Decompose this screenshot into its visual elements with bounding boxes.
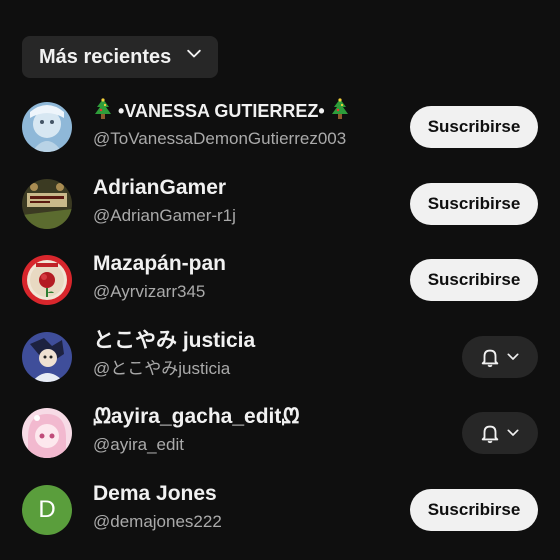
subscribe-button[interactable]: Suscribirse: [410, 488, 538, 531]
bell-icon: [479, 346, 501, 368]
notification-settings-button[interactable]: [462, 412, 538, 454]
channel-name: ᘻayira_gacha_editᘻ: [93, 405, 300, 428]
sort-dropdown[interactable]: Más recientes: [22, 36, 218, 78]
subscribe-button[interactable]: Suscribirse: [410, 106, 538, 148]
channel-row[interactable]: D Dema Jones @demajones222 Suscribirse: [0, 481, 560, 558]
avatar[interactable]: [22, 255, 72, 305]
channel-row[interactable]: とこやみ justicia @とこやみjusticia: [0, 328, 560, 405]
channel-row[interactable]: •VANESSA GUTIERREZ• @ToVanessaDemonGutie…: [0, 98, 560, 175]
notification-settings-button[interactable]: [462, 335, 538, 378]
subscribe-button[interactable]: Suscribirse: [410, 259, 538, 301]
channel-row[interactable]: Mazapán-pan @Ayrvizarr345 Suscribirse: [0, 251, 560, 328]
channel-name: AdrianGamer: [93, 175, 227, 199]
chevron-down-icon: [184, 44, 204, 70]
channel-name: とこやみ justicia: [93, 328, 256, 352]
channel-handle: @demajones222: [93, 511, 222, 531]
channel-name: Dema Jones: [93, 481, 217, 505]
christmas-tree-icon: [330, 98, 350, 121]
channel-name: •VANESSA GUTIERREZ•: [118, 101, 325, 121]
channel-handle: @Ayrvizarr345: [93, 282, 206, 301]
chevron-down-icon: [505, 425, 521, 441]
channel-row[interactable]: ᘻayira_gacha_editᘻ @ayira_edit: [0, 404, 560, 481]
subscribe-button[interactable]: Suscribirse: [410, 182, 538, 225]
sort-label: Más recientes: [39, 45, 172, 68]
channel-list: •VANESSA GUTIERREZ• @ToVanessaDemonGutie…: [0, 98, 560, 557]
avatar[interactable]: [22, 178, 72, 229]
channel-handle: @ayira_edit: [93, 435, 184, 454]
bell-icon: [479, 422, 501, 444]
avatar[interactable]: D: [22, 484, 72, 535]
channel-handle: @AdrianGamer-r1j: [93, 205, 236, 225]
avatar[interactable]: [22, 102, 72, 152]
avatar-letter: D: [38, 495, 56, 523]
christmas-tree-icon: [93, 98, 113, 121]
avatar[interactable]: [22, 408, 72, 458]
channel-handle: @ToVanessaDemonGutierrez003: [93, 129, 347, 148]
channel-name: Mazapán-pan: [93, 252, 227, 275]
avatar[interactable]: [22, 331, 72, 382]
channel-row[interactable]: AdrianGamer @AdrianGamer-r1j Suscribirse: [0, 175, 560, 252]
chevron-down-icon: [505, 349, 521, 365]
channel-handle: @とこやみjusticia: [93, 358, 231, 378]
